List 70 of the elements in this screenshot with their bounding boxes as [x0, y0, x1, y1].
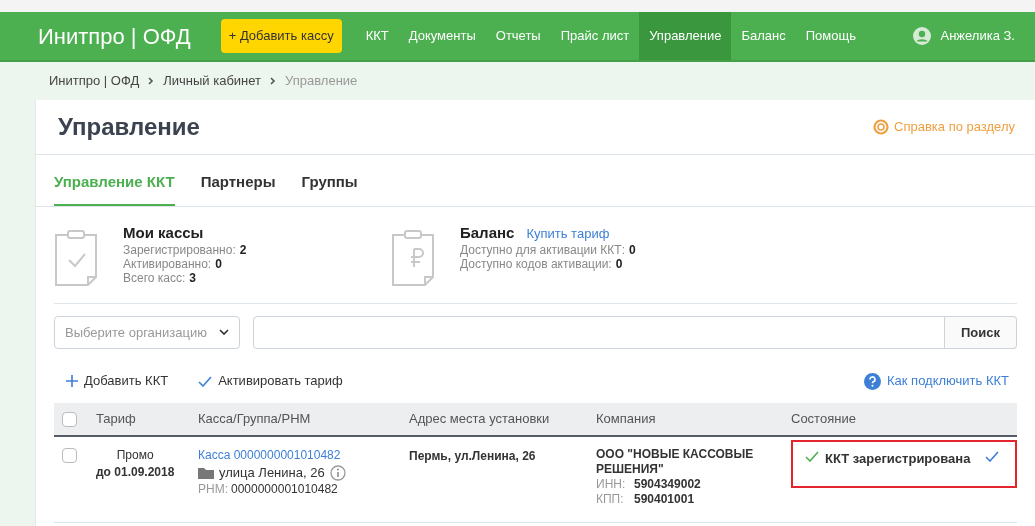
page-title: Управление [58, 112, 201, 142]
check-icon [198, 375, 213, 387]
user-name[interactable]: Анжелика З. [940, 26, 1015, 46]
nav-link[interactable]: ККТ [355, 12, 399, 60]
checkbox[interactable] [62, 448, 77, 463]
tariff-name: Промо [116, 447, 154, 464]
check-icon [985, 451, 999, 462]
stat-value: 3 [189, 270, 196, 285]
register-link[interactable]: Касса 0000000001010482 [198, 447, 409, 464]
add-register-button[interactable]: + Добавить кассу [220, 19, 342, 53]
stat-label: Доступно для активации ККТ: [460, 242, 625, 257]
summary-title: Мои кассы [123, 223, 204, 242]
nav-link[interactable]: Документы [398, 12, 486, 60]
rnm-label: РНМ: [198, 481, 228, 498]
column-header: Тариф [96, 410, 136, 429]
check-icon [805, 451, 819, 462]
action-button[interactable]: Добавить ККТ [66, 371, 169, 391]
stat-value: 0 [615, 256, 623, 271]
column-header: Касса/Группа/РНМ [198, 410, 311, 429]
inn-value: 5904349002 [634, 477, 701, 492]
question-icon [864, 372, 881, 390]
company-name: ООО "НОВЫЕ КАССОВЫЕ РЕШЕНИЯ" [596, 447, 755, 477]
stat-label: Доступно кодов активации: [460, 256, 612, 271]
organization-select[interactable]: Выберите организацию [54, 316, 240, 349]
inn-label: ИНН: [596, 477, 626, 492]
address: Пермь, ул.Ленина, 26 [409, 449, 536, 463]
stat-value: 0 [628, 242, 636, 257]
tariff-expiry: до 01.09.2018 [96, 464, 175, 481]
search-field[interactable] [253, 316, 945, 349]
lifebuoy-icon [873, 119, 890, 135]
summary-title: Баланс [460, 223, 515, 242]
stat-value: 0 [215, 256, 222, 271]
kpp-label: КПП: [596, 492, 625, 507]
help-link[interactable]: Справка по разделу [873, 117, 1015, 137]
tab[interactable]: Партнеры [200, 160, 276, 206]
nav-link[interactable]: Баланс [731, 12, 796, 60]
breadcrumb-link[interactable]: Инитпро | ОФД [49, 71, 140, 91]
tab[interactable]: Группы [301, 160, 358, 206]
breadcrumb-link[interactable]: Личный кабинет [163, 71, 262, 91]
logo[interactable]: Инитпро | ОФД [38, 19, 191, 53]
chevron-icon [148, 77, 155, 85]
kpp-value: 590401001 [634, 492, 695, 507]
stat-value: 2 [239, 242, 247, 257]
chevron-down-icon [219, 329, 229, 336]
connect-help-link[interactable]: Как подключить ККТ [864, 371, 1009, 391]
user-icon [912, 27, 931, 45]
folder-icon [198, 466, 214, 479]
nav-link[interactable]: Отчеты [485, 12, 551, 60]
search-button[interactable]: Поиск [945, 316, 1017, 349]
group-name: улица Ленина, 26 [219, 464, 325, 481]
status-text: ККТ зарегистрирована [825, 450, 972, 468]
select-placeholder: Выберите организацию [65, 323, 208, 342]
stat-label: Активированно: [123, 256, 212, 271]
rnm-value: 0000000001010482 [231, 481, 338, 498]
nav-link[interactable]: Прайс лист [550, 12, 640, 60]
plus-icon [66, 375, 78, 387]
breadcrumb-current: Управление [285, 72, 358, 91]
tab[interactable]: Управление ККТ [54, 160, 175, 206]
column-header: Компания [596, 410, 656, 429]
stat-label: Всего касс: [123, 270, 186, 285]
checkbox[interactable] [62, 411, 77, 427]
nav-link[interactable]: Управление [639, 12, 732, 60]
chevron-icon [270, 77, 277, 85]
action-button[interactable]: Активировать тариф [198, 371, 343, 391]
nav-link[interactable]: Помощь [795, 12, 866, 60]
stat-label: Зарегистрированно: [123, 242, 236, 257]
column-header: Адрес места установки [409, 410, 550, 429]
info-icon [329, 464, 346, 481]
buy-tariff-link[interactable]: Купить тариф [526, 226, 610, 241]
column-header: Состояние [791, 410, 856, 429]
